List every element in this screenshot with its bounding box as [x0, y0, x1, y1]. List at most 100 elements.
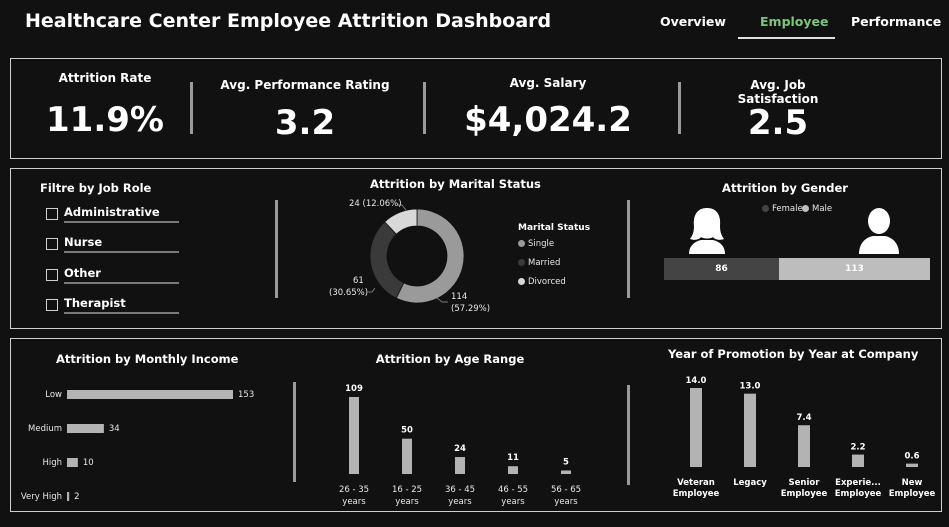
page-title: Healthcare Center Employee Attrition Das…: [25, 10, 552, 32]
filter-item-label: Administrative: [64, 205, 160, 219]
promotion-value-label: 13.0: [740, 382, 761, 392]
female-icon: [689, 208, 725, 254]
age-category-label: years: [554, 497, 578, 507]
legend-label: Male: [812, 204, 833, 214]
age-category-label: 26 - 35: [339, 485, 369, 495]
income-bar: [67, 390, 233, 399]
promotion-category-label: Experie...: [835, 478, 881, 488]
age-value-label: 11: [507, 453, 519, 463]
kpi-divider: [190, 82, 193, 134]
legend-label: Female: [772, 204, 803, 214]
kpi-value-avg-salary: $4,024.2: [464, 100, 632, 140]
filter-item-label: Other: [64, 266, 101, 280]
legend-item-single: Single: [518, 239, 554, 249]
promotion-category-label: Senior: [789, 478, 821, 488]
kpi-label-avg-performance: Avg. Performance Rating: [220, 78, 390, 92]
kpi-value-attrition-rate: 11.9%: [46, 100, 164, 140]
gender-chart-title: Attrition by Gender: [722, 181, 848, 195]
income-bar: [67, 424, 104, 433]
age-category-label: 36 - 45: [445, 485, 475, 495]
income-bar-chart: Low 153 Medium 34 High 10 Very High 2: [21, 390, 254, 502]
promotion-category-label: Employee: [835, 489, 882, 499]
gender-legend-female: Female: [762, 204, 803, 214]
legend-dot: [518, 259, 525, 266]
age-bar: [508, 466, 518, 474]
marital-chart-title: Attrition by Marital Status: [370, 177, 541, 191]
promotion-value-label: 0.6: [904, 452, 919, 462]
section-divider: [275, 200, 278, 298]
age-category-label: years: [501, 497, 525, 507]
age-category-label: 16 - 25: [392, 485, 422, 495]
tab-performance[interactable]: Performance: [851, 14, 941, 29]
promotion-bar: [690, 388, 702, 467]
filter-underline: [64, 221, 179, 223]
marital-label-single-count: 114: [451, 292, 468, 302]
tab-overview[interactable]: Overview: [660, 14, 726, 29]
legend-label: Single: [528, 239, 555, 249]
promotion-category-label: Employee: [889, 489, 936, 499]
promotion-value-label: 7.4: [796, 413, 811, 423]
filter-checkbox[interactable]: [46, 299, 58, 311]
filter-item-other[interactable]: Other: [46, 266, 186, 287]
active-tab-indicator: [738, 37, 835, 39]
age-category-label: years: [342, 497, 366, 507]
income-category-label: Medium: [28, 424, 62, 434]
legend-dot: [762, 205, 769, 212]
age-value-label: 109: [345, 384, 363, 394]
age-value-label: 24: [454, 444, 466, 454]
age-category-label: 56 - 65: [551, 485, 581, 495]
promotion-chart-title: Year of Promotion by Year at Company: [668, 347, 919, 361]
promotion-bar-chart: 14.0VeteranEmployee13.0Legacy7.4SeniorEm…: [673, 376, 936, 499]
marital-label-married-count: 61: [353, 276, 364, 286]
section-divider: [627, 200, 630, 298]
gender-legend-male: Male: [802, 204, 832, 214]
filter-item-nurse[interactable]: Nurse: [46, 235, 186, 256]
filter-item-label: Therapist: [64, 296, 126, 310]
filter-underline: [64, 251, 179, 253]
income-bar: [67, 492, 70, 501]
filter-checkbox[interactable]: [46, 269, 58, 281]
legend-dot: [518, 278, 525, 285]
marital-label-married-pct: (30.65%): [329, 288, 369, 298]
age-category-label: 46 - 55: [498, 485, 528, 495]
filter-item-administrative[interactable]: Administrative: [46, 205, 186, 226]
section-divider: [627, 385, 630, 485]
filter-item-therapist[interactable]: Therapist: [46, 296, 186, 317]
promotion-category-label: Employee: [781, 489, 828, 499]
filter-checkbox[interactable]: [46, 238, 58, 250]
income-value-label: 153: [238, 390, 254, 400]
age-category-label: years: [395, 497, 419, 507]
kpi-value-avg-job-satisfaction: 2.5: [747, 103, 809, 143]
promotion-category-label: New: [902, 478, 923, 488]
age-bar: [349, 397, 359, 474]
marital-donut-chart: [368, 204, 465, 304]
promotion-bar: [744, 393, 756, 467]
filter-checkbox[interactable]: [46, 208, 58, 220]
income-category-label: Low: [45, 390, 62, 400]
gender-bar-male-value: 113: [845, 264, 864, 274]
age-bar-chart: 109 26 - 35 years 50 16 - 25 years 24 36 - 45 ye…: [339, 384, 581, 507]
marital-legend-title: Marital Status: [518, 223, 591, 233]
income-bar: [67, 458, 78, 467]
income-value-label: 10: [83, 458, 94, 468]
tab-employee[interactable]: Employee: [760, 14, 829, 29]
male-icon: [859, 208, 899, 254]
marital-label-single-pct: (57.29%): [451, 304, 491, 314]
age-category-label: years: [448, 497, 472, 507]
age-bar: [561, 470, 571, 474]
kpi-value-avg-performance: 3.2: [274, 103, 336, 143]
gender-bar-female-value: 86: [715, 264, 728, 274]
income-category-label: High: [42, 458, 62, 468]
kpi-label-attrition-rate: Attrition Rate: [58, 71, 152, 85]
age-bar: [402, 438, 412, 474]
promotion-category-label: Legacy: [733, 478, 767, 488]
kpi-label-avg-job-satisfaction: Avg. Job Satisfaction: [737, 78, 819, 106]
income-value-label: 34: [109, 424, 120, 434]
legend-dot: [518, 240, 525, 247]
donut-slice-married: [369, 221, 405, 299]
legend-label: Married: [528, 258, 561, 268]
section-divider: [293, 382, 296, 482]
age-value-label: 5: [563, 457, 569, 467]
filter-title: Filtre by Job Role: [40, 181, 152, 195]
gender-bar-female: 86: [664, 258, 779, 280]
